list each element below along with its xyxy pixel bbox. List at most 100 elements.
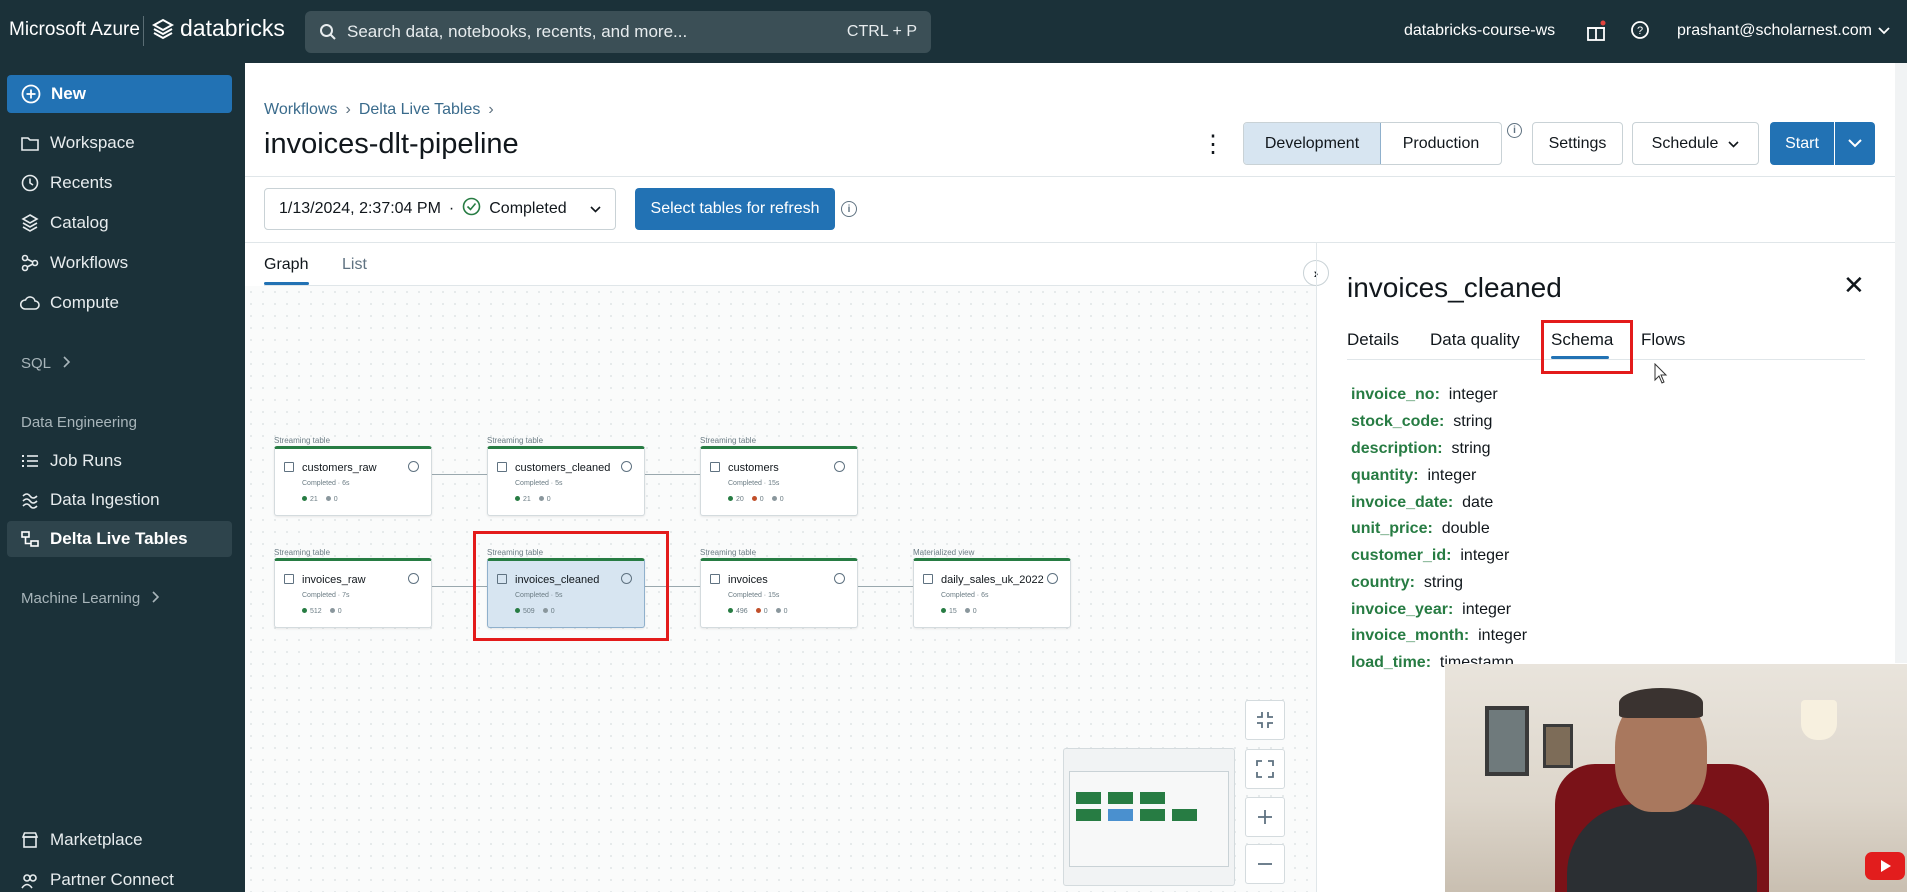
schema-field: invoice_month: integer [1351, 627, 1527, 645]
collapse-graph-icon[interactable] [1245, 700, 1285, 740]
chevron-right-icon: › [345, 101, 351, 118]
sidebar-item-label: Compute [50, 293, 119, 312]
kebab-menu-icon[interactable]: ⋮ [1201, 133, 1225, 157]
sidebar-item-partner-connect[interactable]: Partner Connect [7, 862, 232, 892]
wall-art [1485, 706, 1529, 776]
node-status: Completed · 5s [515, 480, 563, 487]
catalog-icon [20, 213, 40, 233]
tab-flows[interactable]: Flows [1641, 330, 1685, 350]
microsoft-azure-label: Microsoft Azure [9, 19, 140, 40]
youtube-play-icon[interactable] [1865, 852, 1905, 880]
sidebar-item-workflows[interactable]: Workflows [7, 245, 232, 281]
minimap-node [1140, 792, 1165, 804]
field-name: customer_id: [1351, 547, 1452, 564]
field-name: country: [1351, 574, 1415, 591]
metric-dropped: 0 [333, 496, 338, 503]
graph-node-invoices-raw[interactable]: invoices_raw Completed · 7s 512 0 [274, 558, 432, 628]
graph-minimap[interactable] [1063, 748, 1235, 886]
info-icon[interactable]: i [1507, 123, 1522, 138]
metric-written: 512 [310, 608, 322, 615]
graph-edge [432, 474, 487, 475]
chevron-down-icon [1728, 135, 1739, 153]
start-options-button[interactable] [1835, 122, 1875, 165]
field-type: integer [1448, 386, 1498, 403]
fit-view-icon[interactable] [1245, 749, 1285, 789]
development-mode-button[interactable]: Development [1244, 123, 1381, 164]
node-metrics: 21 0 [515, 496, 551, 503]
info-icon[interactable]: i [841, 201, 857, 217]
view-icon [923, 574, 933, 584]
zoom-out-icon[interactable] [1245, 844, 1285, 884]
metric-written: 21 [523, 496, 531, 503]
pipeline-mode-toggle: Development Production [1243, 122, 1502, 165]
graph-node-customers-raw[interactable]: customers_raw Completed · 6s 21 0 [274, 446, 432, 516]
graph-node-customers[interactable]: customers Completed · 15s 20 0 0 [700, 446, 858, 516]
production-mode-button[interactable]: Production [1381, 123, 1501, 164]
sidebar-item-catalog[interactable]: Catalog [7, 205, 232, 241]
sidebar-item-workspace[interactable]: Workspace [7, 125, 232, 161]
databricks-icon [152, 18, 174, 39]
breadcrumb-workflows[interactable]: Workflows [264, 101, 338, 119]
new-button[interactable]: New [7, 75, 232, 113]
brand-divider [143, 16, 144, 46]
sidebar-item-marketplace[interactable]: Marketplace [7, 822, 232, 858]
sidebar-section-sql[interactable]: SQL [21, 355, 71, 372]
close-icon[interactable]: ✕ [1843, 272, 1865, 298]
zoom-in-icon[interactable] [1245, 797, 1285, 837]
user-menu[interactable]: prashant@scholarnest.com [1677, 22, 1890, 40]
sidebar-section-machine-learning[interactable]: Machine Learning [21, 590, 160, 607]
node-type-label: Streaming table [700, 548, 757, 557]
sidebar-item-recents[interactable]: Recents [7, 165, 232, 201]
lamp [1801, 700, 1837, 740]
tab-data-quality[interactable]: Data quality [1430, 330, 1520, 350]
page-scrollbar[interactable] [1895, 63, 1907, 663]
table-icon [497, 462, 507, 472]
node-type-label: Streaming table [274, 436, 331, 445]
status-check-icon [834, 573, 845, 584]
databricks-logo[interactable]: databricks [152, 15, 285, 42]
breadcrumb: Workflows › Delta Live Tables › [264, 101, 494, 119]
databricks-label: databricks [180, 15, 285, 41]
select-tables-for-refresh-button[interactable]: Select tables for refresh [635, 188, 835, 230]
run-selector[interactable]: 1/13/2024, 2:37:04 PM · Completed [264, 188, 616, 230]
tab-details[interactable]: Details [1347, 330, 1399, 350]
breadcrumb-delta-live-tables[interactable]: Delta Live Tables [359, 101, 481, 119]
schema-tab-highlight [1541, 320, 1633, 374]
help-icon[interactable]: ? [1630, 20, 1650, 45]
plus-circle-icon [21, 84, 41, 104]
field-name: load_time: [1351, 654, 1432, 671]
schedule-button[interactable]: Schedule [1632, 122, 1759, 165]
top-bar: Microsoft Azure databricks Search data, … [0, 0, 1907, 63]
node-metrics: 20 0 0 [728, 496, 784, 503]
store-icon [20, 830, 40, 850]
toolbar-divider [245, 242, 1907, 243]
node-type-label: Streaming table [274, 548, 331, 557]
field-type: string [1453, 413, 1493, 430]
tab-graph[interactable]: Graph [264, 256, 308, 274]
user-email: prashant@scholarnest.com [1677, 22, 1872, 39]
gift-icon[interactable] [1586, 20, 1606, 47]
settings-button[interactable]: Settings [1532, 122, 1623, 165]
field-name: description: [1351, 440, 1443, 457]
table-icon [284, 462, 294, 472]
run-separator: · [448, 200, 455, 217]
minimap-node-selected [1108, 809, 1133, 821]
start-button[interactable]: Start [1770, 122, 1834, 165]
sidebar-item-delta-live-tables[interactable]: Delta Live Tables [7, 521, 232, 557]
search-input[interactable]: Search data, notebooks, recents, and mor… [305, 11, 931, 53]
graph-node-customers-cleaned[interactable]: customers_cleaned Completed · 5s 21 0 [487, 446, 645, 516]
graph-node-daily-sales-uk-2022[interactable]: daily_sales_uk_2022 Completed · 6s 15 0 [913, 558, 1071, 628]
chevron-right-icon [63, 355, 71, 372]
sidebar-item-label: Workflows [50, 253, 129, 272]
sidebar-item-compute[interactable]: Compute [7, 285, 232, 321]
sidebar-item-job-runs[interactable]: Job Runs [7, 443, 232, 479]
sidebar-item-label: Partner Connect [50, 870, 174, 889]
workspace-switcher[interactable]: databricks-course-ws [1404, 22, 1555, 40]
graph-node-invoices[interactable]: invoices Completed · 15s 496 0 0 [700, 558, 858, 628]
run-timestamp: 1/13/2024, 2:37:04 PM [279, 200, 441, 217]
node-status: Completed · 15s [728, 592, 780, 599]
schema-field: invoice_no: integer [1351, 386, 1498, 404]
sidebar-item-data-ingestion[interactable]: Data Ingestion [7, 482, 232, 518]
tab-list[interactable]: List [342, 256, 367, 274]
field-type: string [1451, 440, 1491, 457]
